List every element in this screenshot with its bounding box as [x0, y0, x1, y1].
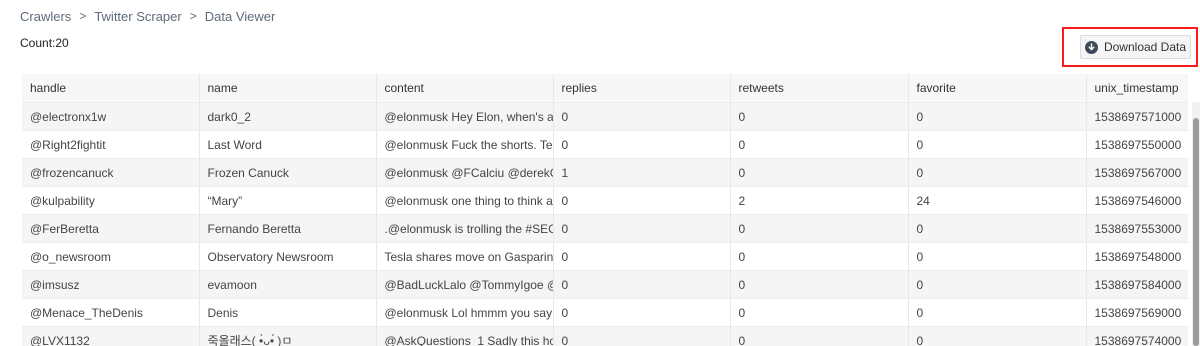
annotation-highlight-box — [1062, 27, 1198, 67]
cell-retweets: 0 — [730, 130, 909, 159]
cell-name: evamoon — [199, 270, 377, 299]
cell-handle: @LVX1132 — [22, 326, 200, 346]
cell-favorite: 0 — [908, 326, 1087, 346]
column-header-name[interactable]: name — [199, 74, 377, 103]
cell-replies: 0 — [553, 102, 731, 131]
cell-replies: 0 — [553, 242, 731, 271]
data-table: handle name content replies retweets fav… — [22, 74, 1188, 346]
cell-name: “Mary” — [199, 186, 377, 215]
table-row[interactable]: @FerBeretta Fernando Beretta .@elonmusk is… — [22, 214, 1188, 243]
cell-retweets: 0 — [730, 158, 909, 187]
cell-content: @AskQuestions_1 Sadly this home — [376, 326, 554, 346]
cell-unix-timestamp: 1538697567000 — [1086, 158, 1188, 187]
table-body: @electronx1w dark0_2 @elonmusk Hey Elon, w… — [22, 102, 1188, 346]
cell-replies: 1 — [553, 158, 731, 187]
cell-handle: @Menace_TheDenis — [22, 298, 200, 327]
cell-handle: @frozencanuck — [22, 158, 200, 187]
cell-unix-timestamp: 1538697574000 — [1086, 326, 1188, 346]
cell-content: @BadLuckLalo @TommyIgoe @el — [376, 270, 554, 299]
table-scrollbar-thumb[interactable] — [1193, 118, 1199, 346]
cell-handle: @electronx1w — [22, 102, 200, 131]
cell-handle: @o_newsroom — [22, 242, 200, 271]
cell-favorite: 0 — [908, 298, 1087, 327]
cell-retweets: 0 — [730, 102, 909, 131]
cell-favorite: 0 — [908, 270, 1087, 299]
table-header-row: handle name content replies retweets fav… — [22, 74, 1188, 103]
table-row[interactable]: @frozencanuck Frozen Canuck @elonmusk @FCa… — [22, 158, 1188, 187]
cell-content: @elonmusk Lol hmmm you say th — [376, 298, 554, 327]
count-label: Count: — [20, 36, 56, 50]
table-row[interactable]: @electronx1w dark0_2 @elonmusk Hey Elon, w… — [22, 102, 1188, 131]
cell-replies: 0 — [553, 186, 731, 215]
column-header-unix-timestamp[interactable]: unix_timestamp — [1086, 74, 1188, 103]
cell-favorite: 0 — [908, 130, 1087, 159]
cell-unix-timestamp: 1538697584000 — [1086, 270, 1188, 299]
cell-replies: 0 — [553, 326, 731, 346]
cell-unix-timestamp: 1538697571000 — [1086, 102, 1188, 131]
column-header-replies[interactable]: replies — [553, 74, 731, 103]
breadcrumb: Crawlers > Twitter Scraper > Data Viewer — [20, 8, 275, 24]
table-row[interactable]: @o_newsroom Observatory Newsroom Tesla sha… — [22, 242, 1188, 271]
cell-content: .@elonmusk is trolling the #SEC o — [376, 214, 554, 243]
cell-name: Observatory Newsroom — [199, 242, 377, 271]
cell-favorite: 24 — [908, 186, 1087, 215]
breadcrumb-crawlers[interactable]: Crawlers — [20, 9, 71, 24]
cell-unix-timestamp: 1538697548000 — [1086, 242, 1188, 271]
breadcrumb-data-viewer: Data Viewer — [204, 8, 276, 24]
record-count: Count:20 — [20, 36, 69, 50]
cell-handle: @Right2fightit — [22, 130, 200, 159]
cell-content: @elonmusk @FCalciu @derekGUI — [376, 158, 554, 187]
cell-unix-timestamp: 1538697553000 — [1086, 214, 1188, 243]
cell-favorite: 0 — [908, 158, 1087, 187]
cell-content: Tesla shares move on Gasparino t — [376, 242, 554, 271]
cell-handle: @kulpability — [22, 186, 200, 215]
cell-name: Frozen Canuck — [199, 158, 377, 187]
cell-replies: 0 — [553, 298, 731, 327]
cell-retweets: 0 — [730, 326, 909, 346]
cell-unix-timestamp: 1538697546000 — [1086, 186, 1188, 215]
table-row[interactable]: @LVX1132 죽올래스( •̀ᴗ•́ )ㅁ @AskQuestions_1 Sa… — [22, 326, 1188, 346]
column-header-handle[interactable]: handle — [22, 74, 200, 103]
breadcrumb-separator: > — [79, 9, 87, 23]
cell-content: @elonmusk Fuck the shorts. Tesla — [376, 130, 554, 159]
cell-retweets: 0 — [730, 270, 909, 299]
column-header-content[interactable]: content — [376, 74, 554, 103]
table-row[interactable]: @Menace_TheDenis Denis @elonmusk Lol hmmm … — [22, 298, 1188, 327]
cell-retweets: 2 — [730, 186, 909, 215]
cell-handle: @imsusz — [22, 270, 200, 299]
column-header-retweets[interactable]: retweets — [730, 74, 909, 103]
column-header-favorite[interactable]: favorite — [908, 74, 1087, 103]
breadcrumb-separator: > — [189, 9, 197, 23]
breadcrumb-twitter-scraper[interactable]: Twitter Scraper — [94, 9, 181, 24]
count-value: 20 — [55, 36, 69, 50]
cell-replies: 0 — [553, 130, 731, 159]
cell-name: Fernando Beretta — [199, 214, 377, 243]
cell-unix-timestamp: 1538697550000 — [1086, 130, 1188, 159]
table-row[interactable]: @kulpability “Mary” @elonmusk one thing to… — [22, 186, 1188, 215]
cell-favorite: 0 — [908, 242, 1087, 271]
data-table-container: handle name content replies retweets fav… — [22, 74, 1188, 346]
cell-name: Last Word — [199, 130, 377, 159]
cell-favorite: 0 — [908, 214, 1087, 243]
cell-content: @elonmusk one thing to think ab — [376, 186, 554, 215]
cell-name: 죽올래스( •̀ᴗ•́ )ㅁ — [199, 326, 377, 346]
cell-handle: @FerBeretta — [22, 214, 200, 243]
cell-retweets: 0 — [730, 242, 909, 271]
cell-replies: 0 — [553, 270, 731, 299]
cell-replies: 0 — [553, 214, 731, 243]
table-row[interactable]: @Right2fightit Last Word @elonmusk Fuck th… — [22, 130, 1188, 159]
table-row[interactable]: @imsusz evamoon @BadLuckLalo @TommyIgoe @e… — [22, 270, 1188, 299]
cell-retweets: 0 — [730, 214, 909, 243]
cell-favorite: 0 — [908, 102, 1087, 131]
cell-content: @elonmusk Hey Elon, when's a Te — [376, 102, 554, 131]
cell-unix-timestamp: 1538697569000 — [1086, 298, 1188, 327]
cell-name: Denis — [199, 298, 377, 327]
cell-retweets: 0 — [730, 298, 909, 327]
cell-name: dark0_2 — [199, 102, 377, 131]
